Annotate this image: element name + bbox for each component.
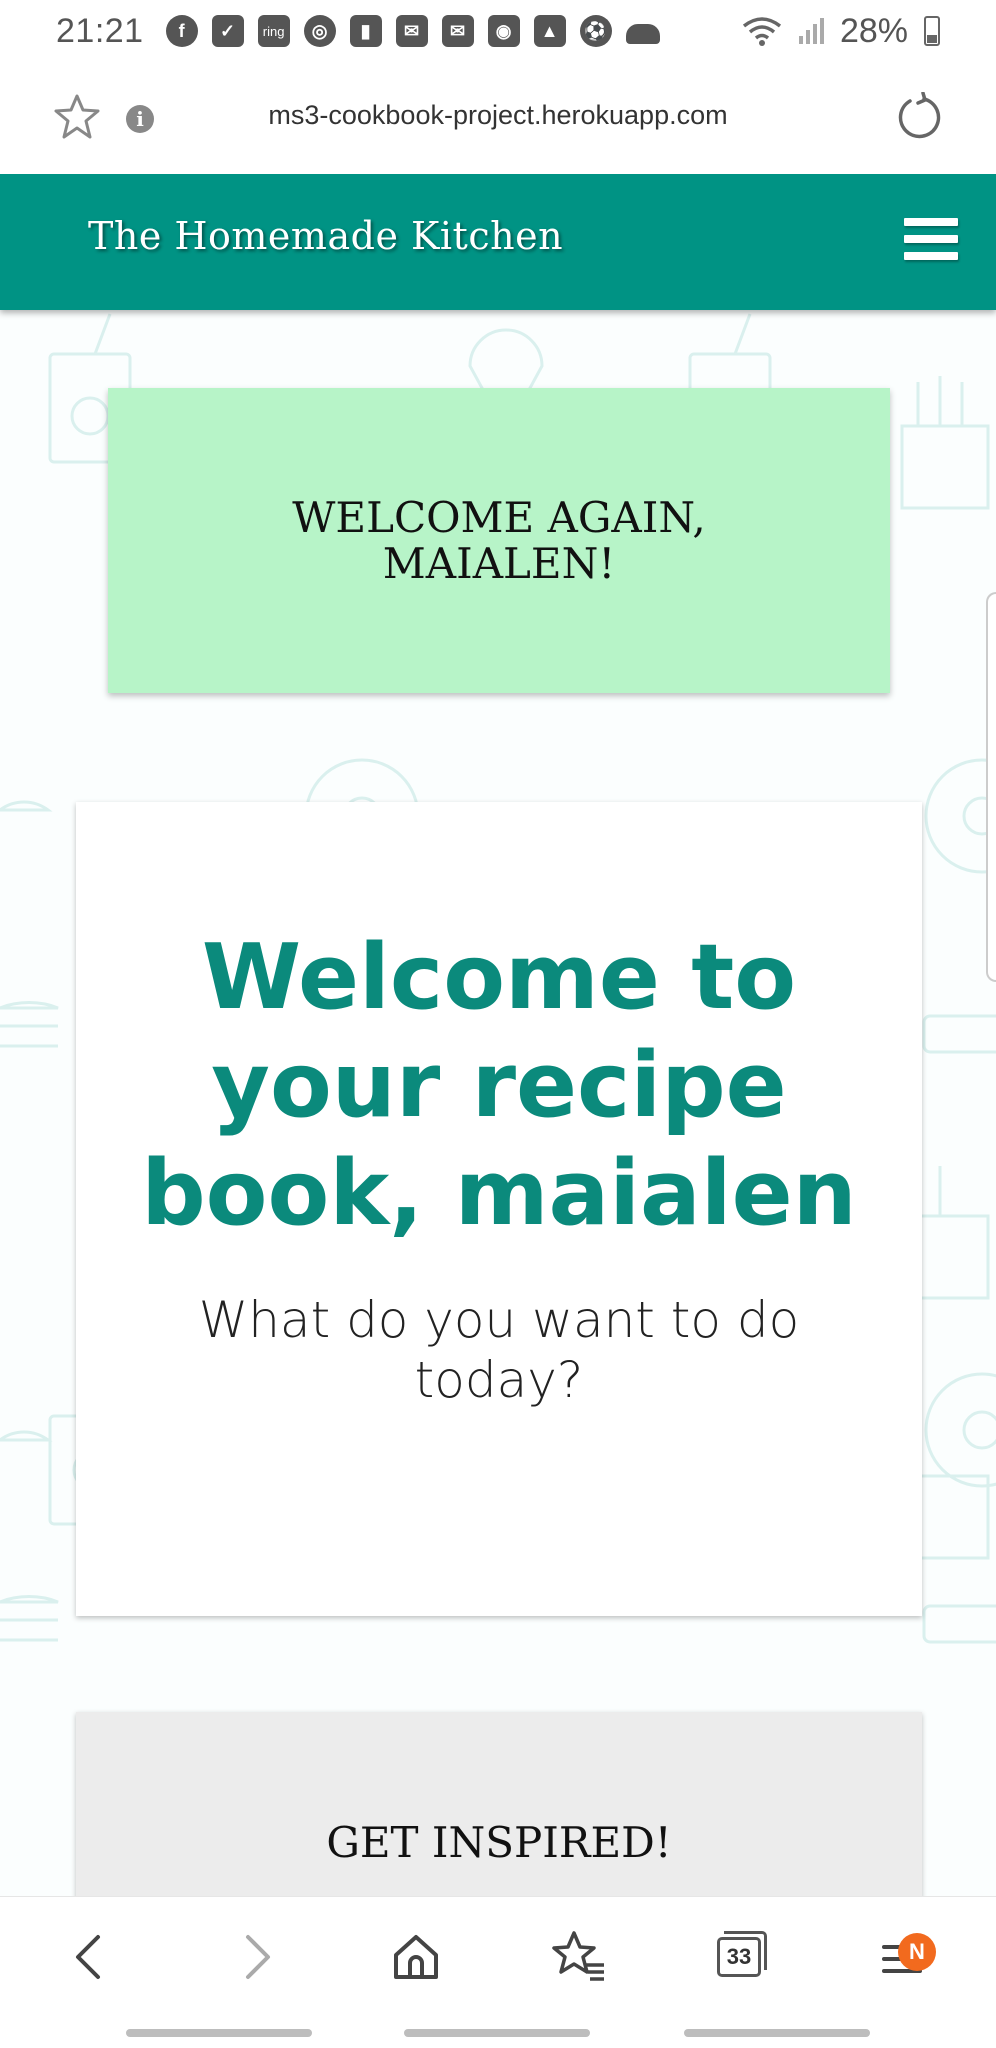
twitch-icon: ▮: [349, 15, 382, 47]
reload-icon[interactable]: [894, 92, 944, 142]
mail-icon: ✉: [395, 15, 428, 47]
clock: 21:21: [56, 11, 144, 50]
shield-check-icon: ✓: [211, 15, 244, 47]
chrome-icon: ◎: [303, 15, 336, 47]
site-info-icon[interactable]: i: [126, 105, 154, 133]
url-address[interactable]: ms3-cookbook-project.herokuapp.com: [190, 100, 806, 131]
recipe-book-heading: Welcome to your recipe book, maialen: [141, 925, 857, 1246]
welcome-flash-card: WELCOME AGAIN, MAIALEN!: [108, 388, 890, 693]
battery-icon: [924, 16, 940, 46]
gesture-bar-center: [404, 2029, 590, 2037]
mail-icon: ✉: [441, 15, 474, 47]
bookmark-star-icon[interactable]: [52, 92, 102, 142]
cloud-icon: [625, 24, 660, 44]
forward-icon[interactable]: [226, 1927, 286, 1987]
battery-percent: 28%: [839, 11, 908, 50]
notification-icons: f ✓ ring ◎ ▮ ✉ ✉ ◉ ▲ ⚽: [165, 15, 660, 47]
tabs-counter-button[interactable]: 33: [717, 1931, 767, 1977]
gesture-bar-left: [126, 2029, 312, 2037]
status-bar: 21:21 f ✓ ring ◎ ▮ ✉ ✉ ◉ ▲ ⚽ 28%: [0, 0, 996, 62]
signal-icon: [798, 18, 824, 44]
home-icon[interactable]: [386, 1927, 446, 1987]
scrollbar[interactable]: [986, 592, 996, 982]
browser-bottom-nav: 33 N: [0, 1896, 996, 2048]
gallery-icon: ▲: [533, 15, 566, 47]
site-navbar: The Homemade Kitchen: [0, 174, 996, 310]
gesture-bar-right: [684, 2029, 870, 2037]
ring-icon: ring: [257, 15, 290, 47]
instagram-icon: ◉: [487, 15, 520, 47]
notification-badge: N: [898, 1933, 936, 1971]
hamburger-menu-icon[interactable]: [904, 218, 958, 266]
facebook-icon: f: [165, 15, 198, 47]
recipe-book-card: Welcome to your recipe book, maialen Wha…: [76, 802, 922, 1616]
bookmarks-star-icon[interactable]: [548, 1927, 608, 1987]
football-icon: ⚽: [579, 15, 612, 47]
back-icon[interactable]: [60, 1927, 120, 1987]
get-inspired-label[interactable]: GET INSPIRED!: [326, 1818, 671, 1867]
get-inspired-card[interactable]: GET INSPIRED!: [76, 1712, 922, 1896]
recipe-book-subtitle: What do you want to do today?: [198, 1291, 800, 1409]
wifi-icon: [742, 17, 782, 46]
web-page: The Homemade Kitchen WELCOME AGAIN, MAIA…: [0, 174, 996, 1896]
site-brand-logo[interactable]: The Homemade Kitchen: [88, 214, 563, 258]
browser-url-bar: i ms3-cookbook-project.herokuapp.com: [0, 62, 996, 174]
welcome-flash-message: WELCOME AGAIN, MAIALEN!: [292, 492, 706, 588]
